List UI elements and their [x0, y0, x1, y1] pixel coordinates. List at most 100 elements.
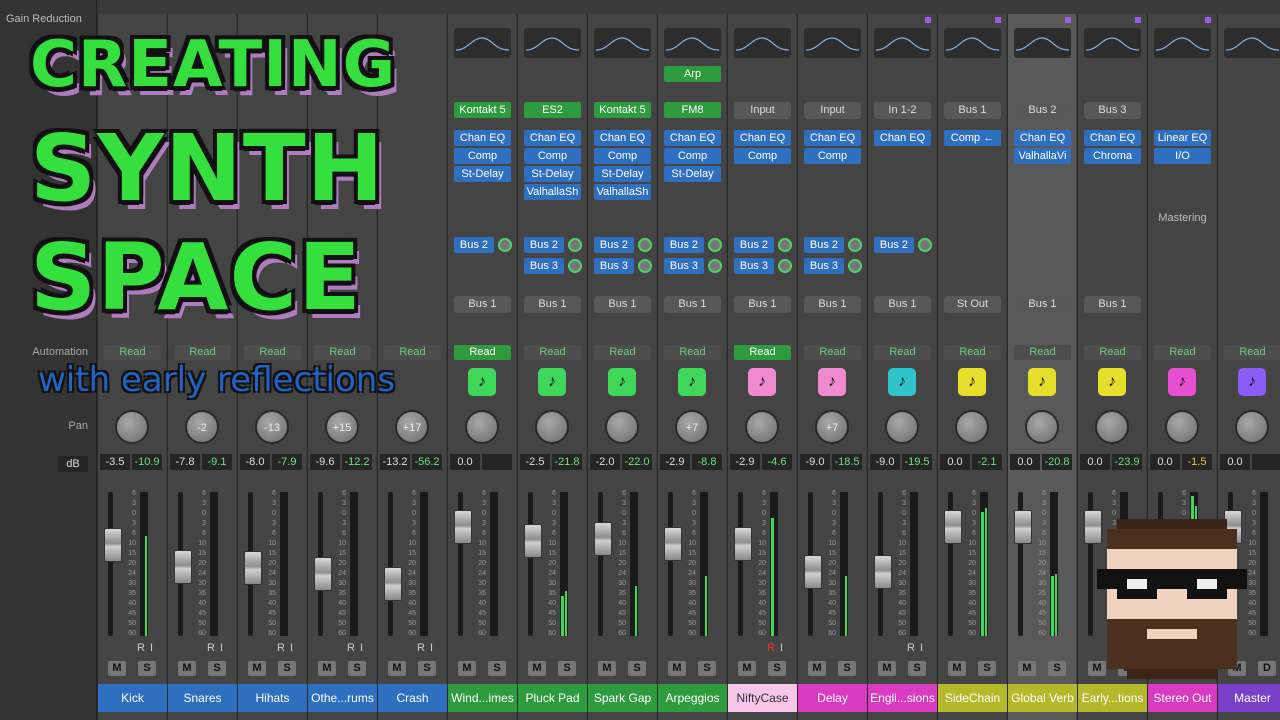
input-monitor-button[interactable]: I: [150, 642, 153, 654]
input-slot[interactable]: In 1-2: [874, 102, 931, 119]
output-slot[interactable]: Bus 1: [1014, 296, 1071, 313]
eq-thumbnail[interactable]: [524, 28, 581, 58]
volume-fader[interactable]: [594, 522, 612, 556]
automation-mode[interactable]: Read: [314, 345, 371, 360]
insert-slot[interactable]: Chan EQ: [1014, 130, 1071, 146]
insert-slot[interactable]: Chan EQ: [524, 130, 581, 146]
send-slot[interactable]: Bus 3: [524, 258, 564, 274]
pan-knob[interactable]: +15: [325, 410, 359, 444]
record-button[interactable]: R: [207, 642, 215, 654]
pan-knob[interactable]: [745, 410, 779, 444]
automation-mode[interactable]: Read: [1084, 345, 1141, 360]
mute-button[interactable]: M: [318, 661, 336, 676]
automation-mode[interactable]: Read: [1014, 345, 1071, 360]
volume-readout[interactable]: -9.6: [310, 454, 340, 470]
eq-thumbnail[interactable]: [1224, 28, 1280, 58]
pan-knob[interactable]: [885, 410, 919, 444]
track-name[interactable]: Stereo Out: [1148, 684, 1217, 712]
instrument-slot[interactable]: ES2: [524, 102, 581, 118]
output-slot[interactable]: Bus 1: [734, 296, 791, 313]
pan-knob[interactable]: [1235, 410, 1269, 444]
mute-button[interactable]: M: [178, 661, 196, 676]
record-button[interactable]: R: [277, 642, 285, 654]
volume-fader[interactable]: [384, 567, 402, 601]
pan-knob[interactable]: [605, 410, 639, 444]
send-slot[interactable]: Bus 3: [804, 258, 844, 274]
solo-button[interactable]: D: [1258, 661, 1276, 676]
send-slot[interactable]: Bus 2: [804, 237, 844, 253]
volume-fader[interactable]: [174, 550, 192, 584]
instrument-slot[interactable]: Kontakt 5: [454, 102, 511, 118]
input-monitor-button[interactable]: I: [290, 642, 293, 654]
solo-button[interactable]: S: [488, 661, 506, 676]
volume-readout[interactable]: 0.0: [940, 454, 970, 470]
volume-readout[interactable]: -8.0: [240, 454, 270, 470]
mute-button[interactable]: M: [1018, 661, 1036, 676]
track-name[interactable]: Hihats: [238, 684, 307, 712]
track-name[interactable]: Arpeggios: [658, 684, 727, 712]
track-name[interactable]: Spark Gap: [588, 684, 657, 712]
volume-readout[interactable]: 0.0: [450, 454, 480, 470]
midi-fx-slot[interactable]: Arp: [664, 66, 721, 82]
insert-slot[interactable]: ValhallaSh: [524, 184, 581, 200]
pan-knob[interactable]: [465, 410, 499, 444]
volume-fader[interactable]: [454, 510, 472, 544]
volume-readout[interactable]: -7.8: [170, 454, 200, 470]
mute-button[interactable]: M: [248, 661, 266, 676]
track-name[interactable]: Kick: [98, 684, 167, 712]
volume-readout[interactable]: -9.0: [870, 454, 900, 470]
insert-slot[interactable]: I/O: [1154, 148, 1211, 164]
insert-slot[interactable]: Comp: [524, 148, 581, 164]
insert-slot[interactable]: Linear EQ: [1154, 130, 1211, 146]
insert-slot[interactable]: Comp: [664, 148, 721, 164]
input-monitor-button[interactable]: I: [780, 642, 783, 654]
record-button[interactable]: R: [417, 642, 425, 654]
automation-mode[interactable]: Read: [1154, 345, 1211, 360]
send-level-knob[interactable]: [778, 238, 792, 252]
volume-readout[interactable]: -2.0: [590, 454, 620, 470]
send-slot[interactable]: Bus 2: [454, 237, 494, 253]
automation-mode[interactable]: Read: [454, 345, 511, 360]
send-level-knob[interactable]: [568, 259, 582, 273]
volume-fader[interactable]: [734, 527, 752, 561]
volume-readout[interactable]: -3.5: [100, 454, 130, 470]
insert-slot[interactable]: Chan EQ: [454, 130, 511, 146]
solo-button[interactable]: S: [348, 661, 366, 676]
volume-readout[interactable]: 0.0: [1010, 454, 1040, 470]
input-slot[interactable]: Input: [734, 102, 791, 119]
pan-knob[interactable]: [535, 410, 569, 444]
insert-slot[interactable]: Chan EQ: [664, 130, 721, 146]
input-monitor-button[interactable]: I: [920, 642, 923, 654]
eq-thumbnail[interactable]: [734, 28, 791, 58]
automation-mode[interactable]: Read: [594, 345, 651, 360]
volume-readout[interactable]: -9.0: [800, 454, 830, 470]
volume-fader[interactable]: [524, 524, 542, 558]
pan-knob[interactable]: -2: [185, 410, 219, 444]
volume-fader[interactable]: [874, 555, 892, 589]
record-button[interactable]: R: [907, 642, 915, 654]
insert-slot[interactable]: St-Delay: [594, 166, 651, 182]
track-name[interactable]: Global Verb: [1008, 684, 1077, 712]
insert-slot[interactable]: Chan EQ: [734, 130, 791, 146]
pan-knob[interactable]: +7: [815, 410, 849, 444]
eq-thumbnail[interactable]: [1154, 28, 1211, 58]
input-monitor-button[interactable]: I: [220, 642, 223, 654]
mute-button[interactable]: M: [458, 661, 476, 676]
volume-fader[interactable]: [244, 551, 262, 585]
insert-slot[interactable]: Chroma: [1084, 148, 1141, 164]
send-level-knob[interactable]: [778, 259, 792, 273]
automation-mode[interactable]: Read: [664, 345, 721, 360]
insert-slot[interactable]: St-Delay: [664, 166, 721, 182]
volume-fader[interactable]: [1014, 510, 1032, 544]
send-slot[interactable]: Bus 3: [664, 258, 704, 274]
solo-button[interactable]: S: [138, 661, 156, 676]
pan-knob[interactable]: [1165, 410, 1199, 444]
volume-readout[interactable]: -2.5: [520, 454, 550, 470]
automation-mode[interactable]: Read: [1224, 345, 1280, 360]
track-name[interactable]: Snares: [168, 684, 237, 712]
mute-button[interactable]: M: [598, 661, 616, 676]
eq-thumbnail[interactable]: [454, 28, 511, 58]
track-name[interactable]: SideChain: [938, 684, 1007, 712]
output-slot[interactable]: St Out: [944, 296, 1001, 313]
insert-slot[interactable]: Comp: [804, 148, 861, 164]
